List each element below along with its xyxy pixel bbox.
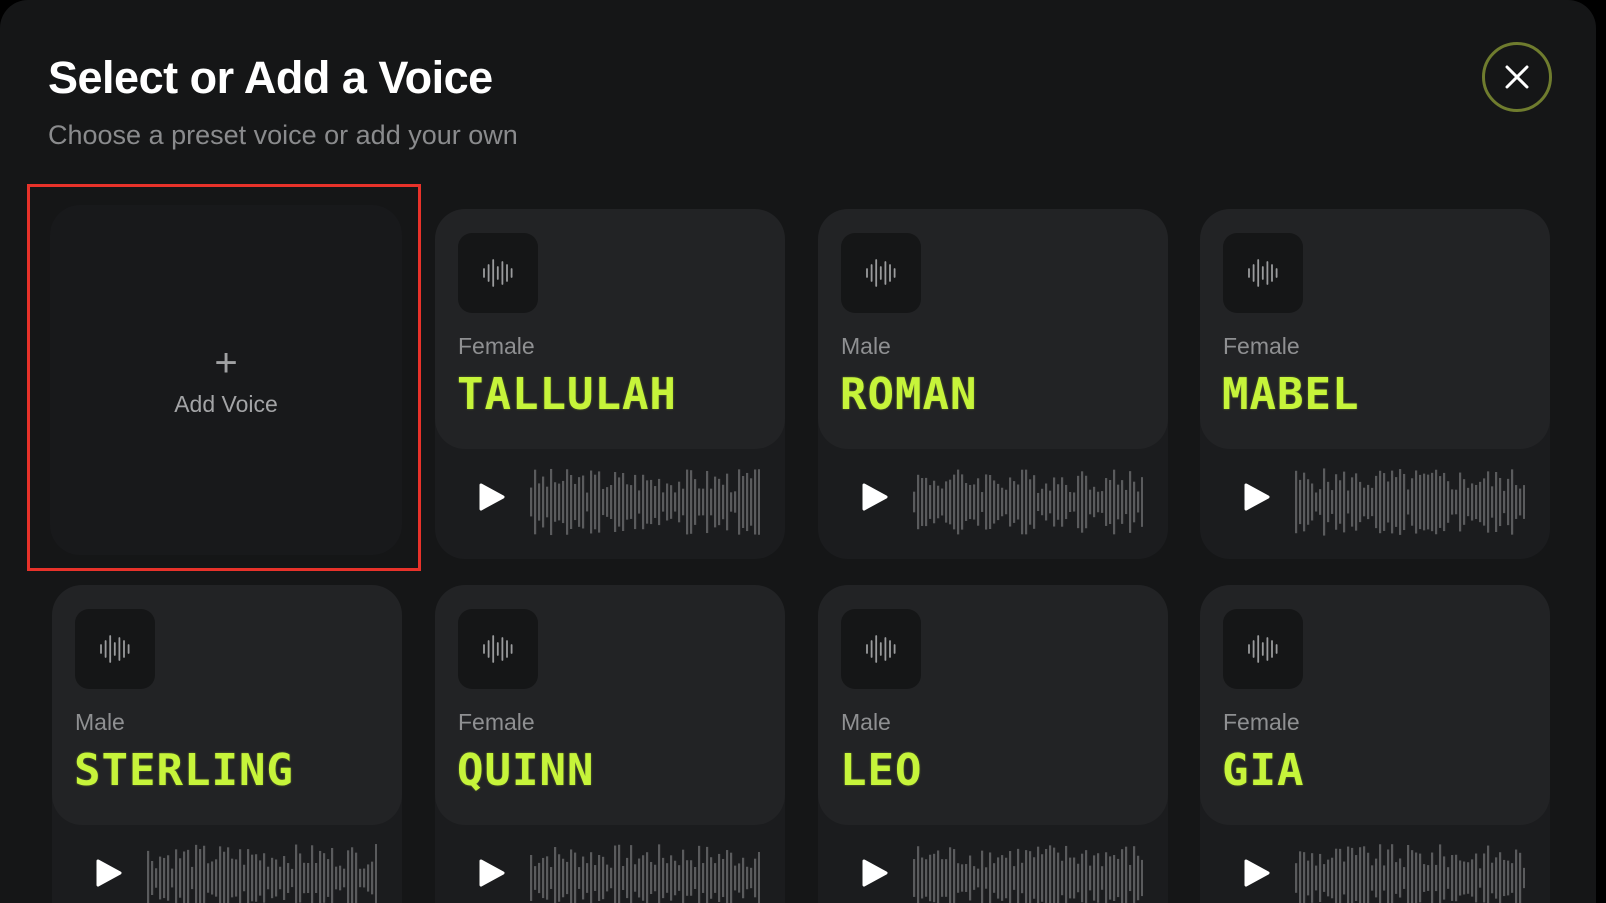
voice-gender: Female: [458, 333, 535, 359]
voice-gender: Male: [841, 709, 891, 735]
voice-gender: Female: [458, 709, 535, 735]
voice-gender: Male: [841, 333, 891, 359]
voice-name: MABEL: [1222, 369, 1360, 420]
voice-waveform-icon: [1223, 233, 1303, 313]
voice-gender: Male: [75, 709, 125, 735]
voice-waveform-icon: [841, 609, 921, 689]
plus-icon: +: [214, 340, 238, 385]
voice-card[interactable]: Female QUINN: [435, 585, 785, 903]
voice-name: GIA: [1222, 745, 1305, 796]
voice-gender: Female: [1223, 333, 1300, 359]
play-icon[interactable]: [1240, 477, 1272, 517]
voice-sample-waveform[interactable]: [1295, 843, 1525, 903]
voice-name: STERLING: [74, 745, 294, 796]
play-icon[interactable]: [475, 477, 507, 517]
voice-sample-waveform[interactable]: [147, 843, 377, 903]
voice-info-panel: Male LEO: [818, 585, 1168, 825]
play-icon[interactable]: [858, 853, 890, 893]
voice-waveform-icon: [458, 609, 538, 689]
voice-name: QUINN: [457, 745, 595, 796]
voice-waveform-icon: [458, 233, 538, 313]
voice-sample-waveform[interactable]: [530, 843, 760, 903]
play-icon[interactable]: [1240, 853, 1272, 893]
voice-sample-waveform[interactable]: [913, 467, 1143, 537]
voice-waveform-icon: [1223, 609, 1303, 689]
voice-name: ROMAN: [840, 369, 978, 420]
play-icon[interactable]: [858, 477, 890, 517]
voice-card[interactable]: Male ROMAN: [818, 209, 1168, 559]
voice-sample-waveform[interactable]: [913, 843, 1143, 903]
modal-subtitle: Choose a preset voice or add your own: [48, 120, 518, 150]
modal-title: Select or Add a Voice: [48, 52, 493, 103]
voice-info-panel: Female TALLULAH: [435, 209, 785, 449]
voice-info-panel: Male STERLING: [52, 585, 402, 825]
close-button[interactable]: [1482, 42, 1552, 112]
voice-sample-waveform[interactable]: [1295, 467, 1525, 537]
voice-waveform-icon: [841, 233, 921, 313]
voice-info-panel: Female GIA: [1200, 585, 1550, 825]
voice-card[interactable]: Female TALLULAH: [435, 209, 785, 559]
voice-card[interactable]: Male LEO: [818, 585, 1168, 903]
voice-name: LEO: [840, 745, 923, 796]
voice-name: TALLULAH: [457, 369, 677, 420]
voice-waveform-icon: [75, 609, 155, 689]
voice-card[interactable]: Female GIA: [1200, 585, 1550, 903]
close-icon: [1505, 65, 1529, 89]
add-voice-card[interactable]: + Add Voice: [50, 205, 402, 555]
play-icon[interactable]: [475, 853, 507, 893]
voice-card[interactable]: Female MABEL: [1200, 209, 1550, 559]
voice-card[interactable]: Male STERLING: [52, 585, 402, 903]
play-icon[interactable]: [92, 853, 124, 893]
voice-gender: Female: [1223, 709, 1300, 735]
voice-info-panel: Female MABEL: [1200, 209, 1550, 449]
add-voice-label: Add Voice: [174, 390, 278, 417]
voice-sample-waveform[interactable]: [530, 467, 760, 537]
voice-select-modal: Select or Add a Voice Choose a preset vo…: [0, 0, 1596, 903]
voice-info-panel: Male ROMAN: [818, 209, 1168, 449]
voice-info-panel: Female QUINN: [435, 585, 785, 825]
